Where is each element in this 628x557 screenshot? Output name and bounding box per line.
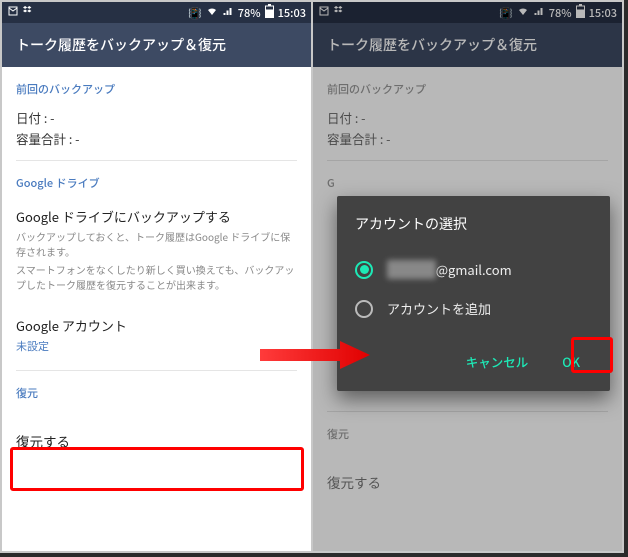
vibrate-icon: 📳: [188, 5, 202, 21]
date-value: : -: [44, 108, 55, 127]
item-desc2: スマートフォンをなくしたり新しく買い換えても、バックアップしたトーク履歴を復元す…: [16, 262, 297, 292]
section-title: Google ドライブ: [16, 175, 297, 191]
item-title: Google ドライブにバックアップする: [16, 207, 297, 226]
google-account-item[interactable]: Google アカウント 未設定: [2, 304, 311, 366]
dialog-title: アカウントの選択: [355, 214, 592, 234]
battery-label: 78%: [238, 5, 261, 21]
item-title: Google アカウント: [16, 316, 297, 335]
account-option-add[interactable]: アカウントを追加: [355, 289, 592, 328]
item-desc1: バックアップしておくと、トーク履歴はGoogle ドライブに保存されます。: [16, 229, 297, 259]
ok-button[interactable]: OK: [554, 346, 588, 377]
battery-icon: [265, 4, 274, 22]
restore-label: 復元する: [16, 431, 70, 451]
cancel-button[interactable]: キャンセル: [458, 346, 537, 377]
account-domain: @gmail.com: [436, 260, 512, 279]
section-restore: 復元: [2, 371, 311, 417]
clock-label: 15:03: [278, 5, 306, 21]
restore-item[interactable]: 復元する: [2, 417, 311, 465]
backup-to-gdrive-item[interactable]: Google ドライブにバックアップする バックアップしておくと、トーク履歴はG…: [2, 207, 311, 304]
wifi-icon: [206, 5, 218, 21]
section-title: 前回のバックアップ: [16, 81, 297, 97]
account-option-existing[interactable]: XXXXXX@gmail.com: [355, 250, 592, 289]
size-label: 容量合計: [16, 129, 66, 148]
dropbox-icon: [23, 5, 35, 21]
add-account-label: アカウントを追加: [387, 299, 491, 318]
account-value: 未設定: [16, 338, 297, 354]
status-bar: 📳 78% 15:03: [2, 2, 311, 23]
mail-icon: [7, 5, 19, 21]
section-title: 復元: [16, 385, 297, 401]
section-gdrive: Google ドライブ: [2, 161, 311, 207]
page-title: トーク履歴をバックアップ＆復元: [16, 35, 226, 55]
account-masked: XXXXXX: [387, 260, 436, 279]
phone-right: 📳 78% 15:03 トーク履歴をバックアップ＆復元 前回のバックアップ: [313, 2, 622, 551]
account-dialog: アカウントの選択 XXXXXX@gmail.com アカウントを追加 キャンセル…: [337, 196, 610, 391]
page-header: トーク履歴をバックアップ＆復元: [2, 23, 311, 67]
content-area: 前回のバックアップ 日付 : - 容量合計 : - Google ドライブ Go…: [2, 67, 311, 551]
signal-icon: [222, 5, 234, 21]
radio-selected-icon: [355, 261, 373, 279]
radio-unselected-icon: [355, 300, 373, 318]
phone-left: 📳 78% 15:03 トーク履歴をバックアップ＆復元 前回のバックアップ: [2, 2, 311, 551]
date-label: 日付: [16, 108, 41, 127]
size-value: : -: [69, 129, 80, 148]
section-last-backup: 前回のバックアップ 日付 : - 容量合計 : -: [2, 67, 311, 156]
